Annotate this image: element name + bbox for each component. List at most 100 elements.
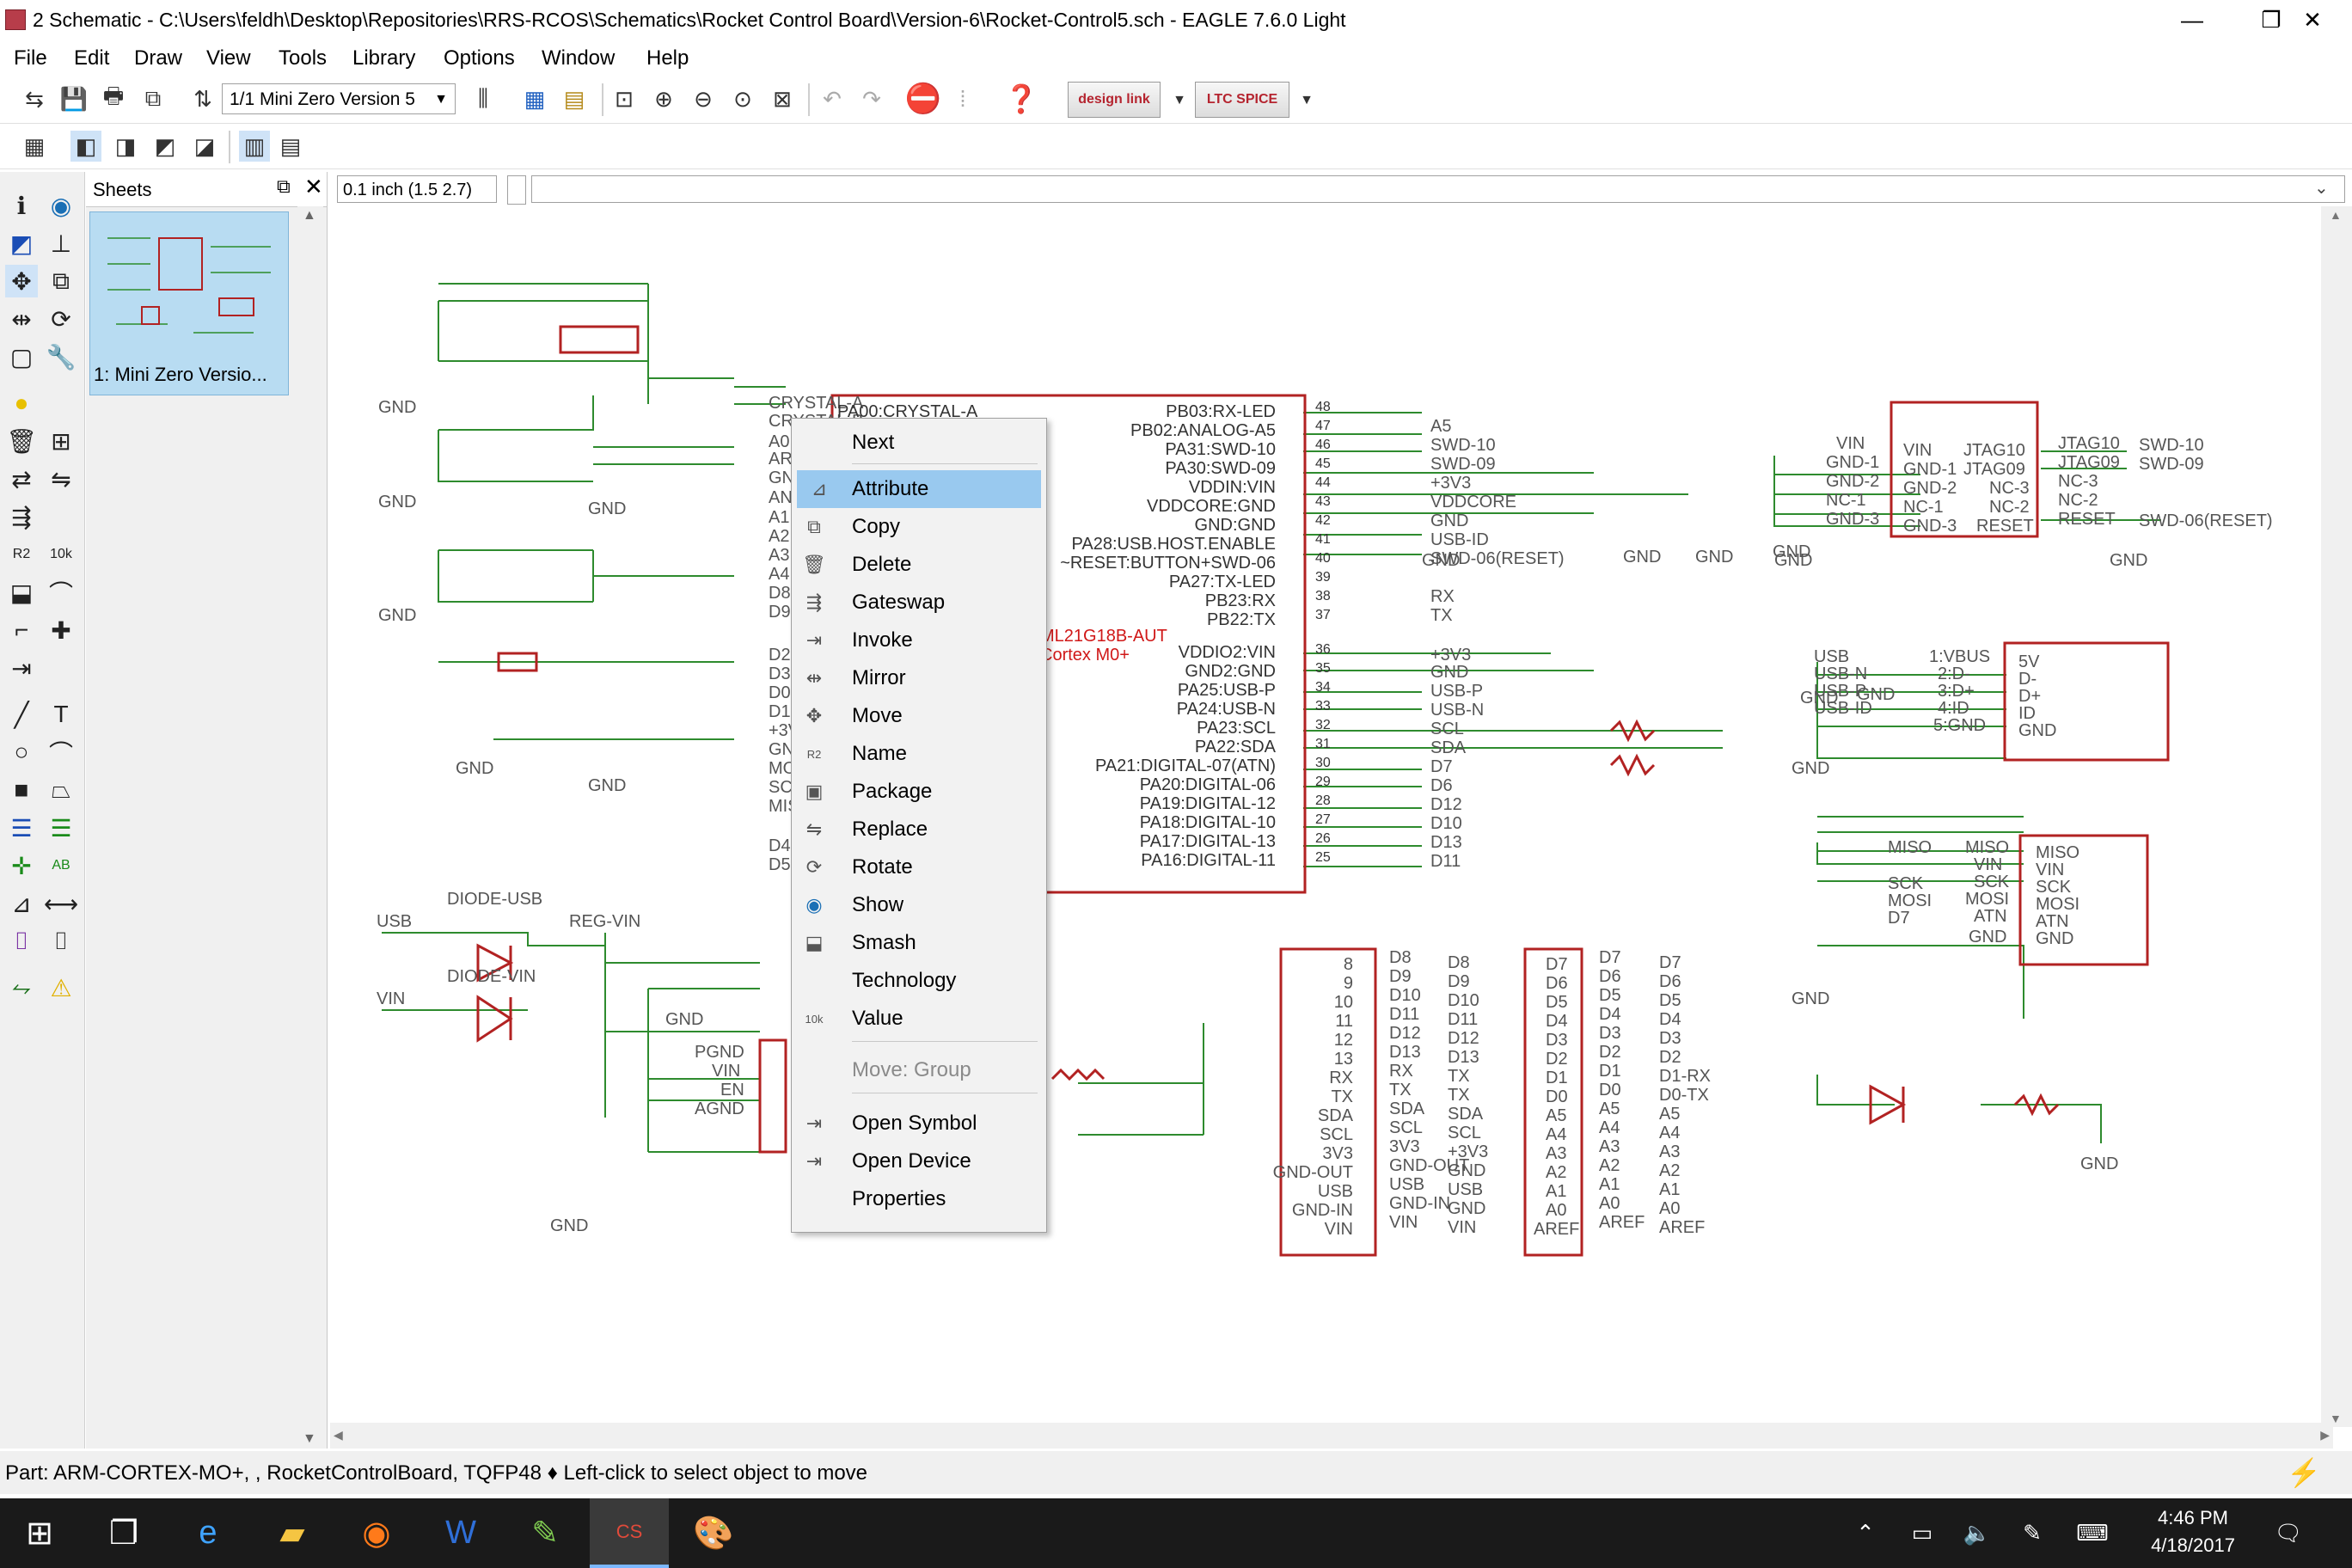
menu-item-invoke[interactable]: ⇥ Invoke [792, 622, 1044, 659]
lightning-icon[interactable]: ⚡ [2287, 1456, 2321, 1489]
layout-2-icon[interactable]: ◨ [110, 131, 141, 162]
sheet-select[interactable]: 1/1 Mini Zero Version 5 ▼ [222, 83, 456, 114]
menu-window[interactable]: Window [542, 46, 615, 70]
info-icon[interactable]: ℹ [5, 189, 38, 222]
dimension-icon[interactable]: ⟷ [44, 887, 78, 920]
mirror-icon[interactable]: ⇹ [5, 303, 38, 335]
menu-item-replace[interactable]: ⇋ Replace [792, 811, 1044, 848]
undock-icon[interactable]: ⧉ [277, 175, 291, 198]
panel-view-icon[interactable]: ▤ [275, 131, 306, 162]
zoom-select-icon[interactable]: ⊠ [767, 83, 798, 114]
split-icon[interactable]: ⌐ [5, 614, 38, 646]
label-icon[interactable]: AB [45, 849, 77, 882]
zoom-redraw-icon[interactable]: ⊙ [727, 83, 758, 114]
scroll-right-icon[interactable]: ▶ [2320, 1428, 2330, 1442]
show-icon[interactable]: ◉ [45, 189, 77, 222]
volume-icon[interactable]: 🔈 [1958, 1498, 1996, 1568]
command-input[interactable] [531, 175, 2345, 203]
menu-item-move[interactable]: ✥ Move [792, 697, 1044, 735]
paint-icon[interactable]: 🎨 [674, 1498, 753, 1568]
pinswap-icon[interactable]: ⇄ [5, 462, 38, 495]
bus-icon[interactable]: ☰ [5, 812, 38, 844]
group-icon[interactable]: ▢ [5, 340, 38, 373]
menu-item-delete[interactable]: 🗑 Delete [792, 546, 1044, 584]
polygon-icon[interactable]: ⏢ [45, 774, 77, 806]
scroll-up-icon[interactable]: ▲ [2330, 208, 2342, 222]
menu-item-mirror[interactable]: ⇹ Mirror [792, 659, 1044, 697]
help-icon[interactable]: ❓ [1004, 83, 1038, 114]
net-icon[interactable]: ☰ [45, 812, 77, 844]
chevron-down-icon[interactable]: ⌄ [2314, 177, 2329, 199]
display-icon[interactable]: ◩ [5, 227, 38, 260]
chevron-down-icon[interactable]: ▼ [1291, 85, 1322, 116]
change-icon[interactable]: 🔧 [45, 340, 77, 373]
eagle-taskbar-icon[interactable]: CS [590, 1498, 669, 1568]
smash-icon[interactable]: ⬓ [5, 576, 38, 609]
frame-icon[interactable]: ⌷ [5, 925, 38, 958]
zoom-out-icon[interactable]: ⊖ [688, 83, 719, 114]
menu-draw[interactable]: Draw [134, 46, 182, 70]
sheet-view-icon[interactable]: ▥ [239, 131, 270, 162]
zoom-in-icon[interactable]: ⊕ [648, 83, 679, 114]
sketch-icon[interactable]: ✎ [505, 1498, 585, 1568]
wire-icon[interactable]: ╱ [5, 698, 38, 731]
ltc-spice-button[interactable]: LTC SPICE [1195, 82, 1289, 118]
menu-help[interactable]: Help [646, 46, 689, 70]
text-icon[interactable]: T [45, 698, 77, 731]
paste-icon[interactable]: ● [5, 387, 38, 420]
task-view-icon[interactable]: ❐ [84, 1498, 163, 1568]
menu-tools[interactable]: Tools [279, 46, 327, 70]
minimize-button[interactable]: — [2153, 0, 2232, 43]
notifications-icon[interactable]: 🗨 [2269, 1498, 2307, 1568]
close-button[interactable]: ✕ [2273, 0, 2352, 43]
menu-edit[interactable]: Edit [74, 46, 109, 70]
stop-icon[interactable]: ⛔ [905, 83, 941, 115]
file-explorer-icon[interactable]: ▰ [253, 1498, 332, 1568]
design-link-button[interactable]: design link [1068, 82, 1161, 118]
layout-1-icon[interactable]: ◧ [70, 131, 101, 162]
chevron-up-icon[interactable]: ⌃ [1848, 1498, 1883, 1568]
layout-3-icon[interactable]: ◩ [150, 131, 181, 162]
pen-icon[interactable]: ✎ [2013, 1498, 2051, 1568]
schematic-canvas[interactable]: CRYSTAL-ACRYSTAL-B A0AREFGND ANALOG-VDDA… [330, 206, 2333, 1427]
menu-item-copy[interactable]: ⧉ Copy [792, 508, 1044, 546]
layout-4-icon[interactable]: ◪ [189, 131, 220, 162]
attribute-icon[interactable]: ⊿ [5, 887, 38, 920]
replace-icon[interactable]: ⇋ [45, 462, 77, 495]
menu-item-smash[interactable]: ⬓ Smash [792, 924, 1044, 962]
sheets-scrollbar[interactable]: ▲ ▼ [297, 206, 323, 1449]
canvas-horizontal-scrollbar[interactable]: ◀ ▶ [330, 1423, 2333, 1449]
move-icon[interactable]: ✥ [5, 265, 38, 297]
board-icon[interactable]: ⫼ [468, 83, 499, 114]
circle-icon[interactable]: ○ [5, 736, 38, 769]
menu-item-next[interactable]: Next [792, 424, 1044, 462]
add-icon[interactable]: ⊞ [45, 425, 77, 457]
menu-item-attribute[interactable]: ⊿ Attribute [797, 470, 1041, 508]
menu-options[interactable]: Options [444, 46, 515, 70]
grid-icon[interactable]: ▦ [19, 131, 50, 162]
menu-item-open-symbol[interactable]: ⇥ Open Symbol [792, 1105, 1044, 1142]
gateswap-icon[interactable]: ⇶ [5, 500, 38, 533]
taskbar-date[interactable]: 4/18/2017 [2137, 1534, 2249, 1557]
menu-file[interactable]: File [14, 46, 47, 70]
ripup-icon[interactable]: ⌷ [45, 925, 77, 958]
taskbar-time[interactable]: 4:46 PM [2137, 1507, 2249, 1529]
copy-icon[interactable]: ⧉ [45, 265, 77, 297]
name-icon[interactable]: R2 [5, 538, 38, 571]
save-icon[interactable]: 💾 [58, 83, 89, 114]
menu-item-rotate[interactable]: ⟳ Rotate [792, 848, 1044, 886]
menu-item-open-device[interactable]: ⇥ Open Device [792, 1142, 1044, 1180]
miter-icon[interactable]: ⌒ [45, 576, 77, 609]
mark-icon[interactable]: ⊥ [45, 227, 77, 260]
open-icon[interactable]: ⇆ [19, 83, 50, 114]
go-icon[interactable]: ⁞ [947, 83, 978, 114]
sheet-thumbnail[interactable]: 1: Mini Zero Versio... [89, 211, 289, 395]
undo-icon[interactable]: ↶ [817, 83, 848, 114]
menu-library[interactable]: Library [352, 46, 415, 70]
close-icon[interactable]: ✕ [304, 174, 323, 200]
keyboard-icon[interactable]: ⌨ [2068, 1498, 2116, 1568]
menu-item-package[interactable]: ▣ Package [792, 773, 1044, 811]
errors-icon[interactable]: ⚠ [45, 971, 77, 1004]
cam-icon[interactable]: ⧉ [138, 83, 168, 114]
menu-item-value[interactable]: 10k Value [792, 1000, 1044, 1038]
